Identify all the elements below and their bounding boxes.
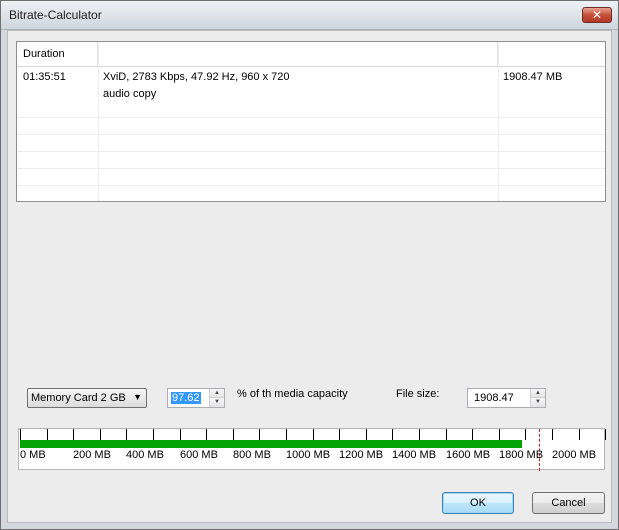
gauge-tick-mark <box>73 429 74 440</box>
dialog-body: Duration 01:35:51 XviD, 2783 Kbps, 47.92… <box>7 30 612 523</box>
file-size-spin-buttons: ▲ ▼ <box>530 389 545 407</box>
bitrate-calculator-window: Bitrate-Calculator ✕ Duration 01:35:51 X… <box>0 0 619 530</box>
gauge-tick-mark <box>286 429 287 440</box>
cancel-button[interactable]: Cancel <box>532 492 605 514</box>
column-header-size[interactable] <box>498 42 605 66</box>
window-title: Bitrate-Calculator <box>9 8 102 22</box>
row-divider <box>17 134 605 135</box>
gauge-tick-mark <box>126 429 127 440</box>
gauge-tick-mark <box>472 429 473 440</box>
gauge-tick-label: 400 MB <box>126 449 164 461</box>
gauge-tick-label: 1000 MB <box>286 449 331 461</box>
chevron-down-icon: ▼ <box>133 392 142 402</box>
gauge-tick-mark <box>579 429 580 440</box>
stream-info-cell: XviD, 2783 Kbps, 47.92 Hz, 960 x 720 <box>103 71 290 83</box>
spin-down-icon[interactable]: ▼ <box>531 398 545 407</box>
gauge-tick-label: 200 MB <box>73 449 111 461</box>
gauge-tick-mark <box>446 429 447 440</box>
spin-up-icon[interactable]: ▲ <box>531 389 545 398</box>
gauge-tick-label: 800 MB <box>233 449 271 461</box>
gauge-tick-label: 1200 MB <box>339 449 384 461</box>
gauge-tick-mark <box>20 429 21 440</box>
gauge-tick-mark <box>180 429 181 440</box>
gauge-tick-mark <box>525 429 526 440</box>
gauge-tick-label: 1400 MB <box>392 449 437 461</box>
gauge-tick-mark <box>552 429 553 440</box>
column-divider <box>98 42 99 201</box>
percent-input[interactable]: 97.62 <box>171 392 201 404</box>
gauge-tick-label: 1600 MB <box>446 449 491 461</box>
row-divider <box>17 168 605 169</box>
media-type-select[interactable]: Memory Card 2 GB ▼ <box>27 388 147 408</box>
row-divider <box>17 151 605 152</box>
gauge-tick-label: 0 MB <box>20 449 46 461</box>
gauge-tick-mark <box>233 429 234 440</box>
title-bar[interactable]: Bitrate-Calculator ✕ <box>1 1 618 30</box>
column-header-duration[interactable]: Duration <box>17 42 98 66</box>
column-header-info[interactable] <box>98 42 498 66</box>
ok-button[interactable]: OK <box>442 492 514 514</box>
stream-info-cell: audio copy <box>103 88 157 100</box>
gauge-tick-label: 1800 MB <box>499 449 544 461</box>
gauge-tick-mark <box>313 429 314 440</box>
gauge-tick-mark <box>366 429 367 440</box>
capacity-gauge: 0 MB 200 MB 400 MB 600 MB 800 MB 1000 MB 1200 … <box>18 428 606 471</box>
file-size-label: File size: <box>396 388 440 400</box>
duration-cell: 01:35:51 <box>23 71 66 83</box>
gauge-tick-mark <box>339 429 340 440</box>
close-button[interactable]: ✕ <box>582 7 612 23</box>
row-divider <box>17 185 605 186</box>
column-divider <box>498 42 499 201</box>
list-header: Duration <box>17 42 605 67</box>
row-divider <box>17 117 605 118</box>
gauge-tick-mark <box>259 429 260 440</box>
spin-up-icon[interactable]: ▲ <box>210 389 224 398</box>
media-type-value: Memory Card 2 GB <box>31 392 126 404</box>
gauge-tick-mark <box>392 429 393 440</box>
gauge-tick-mark <box>153 429 154 440</box>
file-size-spinner[interactable]: 1908.47 ▲ ▼ <box>467 388 546 408</box>
gauge-tick-label: 2000 MB <box>552 449 597 461</box>
percent-spin-buttons: ▲ ▼ <box>209 389 224 407</box>
gauge-tick-mark <box>605 429 606 440</box>
gauge-tick-mark <box>419 429 420 440</box>
size-cell: 1908.47 MB <box>503 71 563 83</box>
gauge-tick-label: 600 MB <box>180 449 218 461</box>
percent-label: % of th media capacity <box>237 388 348 400</box>
spin-down-icon[interactable]: ▼ <box>210 398 224 407</box>
gauge-tick-mark <box>499 429 500 440</box>
gauge-tick-mark <box>47 429 48 440</box>
capacity-fill <box>20 440 522 448</box>
gauge-tick-mark <box>100 429 101 440</box>
percent-spinner[interactable]: 97.62 ▲ ▼ <box>167 388 225 408</box>
stream-list[interactable]: Duration 01:35:51 XviD, 2783 Kbps, 47.92… <box>16 41 606 202</box>
close-icon: ✕ <box>591 8 603 22</box>
gauge-tick-mark <box>206 429 207 440</box>
file-size-input[interactable]: 1908.47 <box>474 392 514 404</box>
